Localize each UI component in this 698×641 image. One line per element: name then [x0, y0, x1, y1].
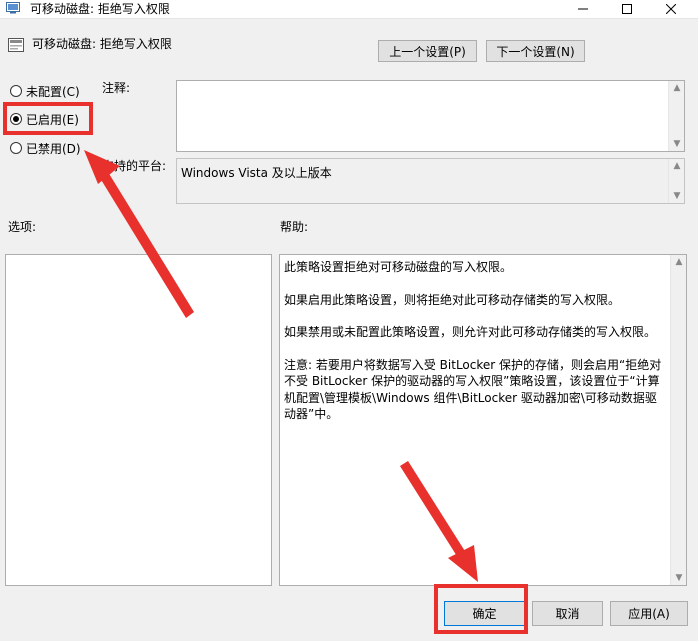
scroll-up-icon[interactable]: ▲	[672, 161, 682, 171]
scroll-down-icon[interactable]: ▼	[672, 139, 682, 149]
options-label: 选项:	[8, 220, 37, 234]
scroll-up-icon[interactable]: ▲	[674, 257, 684, 267]
close-button[interactable]	[648, 0, 694, 18]
window-title: 可移动磁盘: 拒绝写入权限	[30, 2, 170, 16]
apply-button[interactable]: 应用(A)	[610, 601, 688, 626]
help-panel: 此策略设置拒绝对可移动磁盘的写入权限。 如果启用此策略设置，则将拒绝对此可移动存…	[279, 254, 687, 586]
cancel-button[interactable]: 取消	[532, 601, 603, 626]
previous-setting-button[interactable]: 上一个设置(P)	[378, 40, 477, 62]
close-icon	[666, 4, 676, 14]
help-text: 此策略设置拒绝对可移动磁盘的写入权限。 如果启用此策略设置，则将拒绝对此可移动存…	[284, 259, 666, 439]
radio-button-disabled[interactable]	[10, 142, 22, 154]
policy-name-heading: 可移动磁盘: 拒绝写入权限	[32, 37, 172, 51]
help-scrollbar[interactable]: ▲ ▼	[670, 255, 686, 585]
platform-scrollbar[interactable]: ▲ ▼	[668, 159, 684, 203]
minimize-button[interactable]	[560, 0, 606, 18]
policy-dialog-window: 可移动磁盘: 拒绝写入权限 可移动磁盘: 拒绝写入权限 上一个设置(P) 下一个…	[0, 0, 698, 641]
radio-disabled[interactable]: 已禁用(D)	[10, 140, 81, 156]
help-label: 帮助:	[280, 220, 309, 234]
scroll-down-icon[interactable]: ▼	[674, 573, 684, 583]
policy-app-icon	[6, 2, 20, 14]
comment-label: 注释:	[102, 81, 131, 95]
help-paragraph: 此策略设置拒绝对可移动磁盘的写入权限。	[284, 260, 513, 274]
supported-platform-label: 支持的平台:	[102, 159, 167, 173]
minimize-icon	[578, 8, 588, 10]
radio-label-disabled: 已禁用(D)	[26, 141, 81, 156]
comment-textarea[interactable]: ▲ ▼	[176, 80, 685, 152]
title-bar[interactable]: 可移动磁盘: 拒绝写入权限	[0, 0, 698, 19]
annotation-highlight-ok	[434, 584, 528, 634]
radio-not-configured[interactable]: 未配置(C)	[10, 83, 80, 99]
policy-setting-icon	[8, 38, 24, 52]
supported-platform-box: Windows Vista 及以上版本 ▲ ▼	[176, 158, 685, 204]
next-setting-button[interactable]: 下一个设置(N)	[486, 40, 585, 62]
scroll-down-icon[interactable]: ▼	[672, 191, 682, 201]
comment-scrollbar[interactable]: ▲ ▼	[668, 81, 684, 151]
scroll-up-icon[interactable]: ▲	[672, 83, 682, 93]
help-paragraph: 注意: 若要用户将数据写入受 BitLocker 保护的存储，则会启用“拒绝对不…	[284, 357, 662, 422]
annotation-highlight-enabled	[3, 102, 93, 135]
options-panel	[5, 254, 272, 586]
supported-platform-value: Windows Vista 及以上版本	[181, 166, 332, 180]
radio-button-not-configured[interactable]	[10, 85, 22, 97]
help-paragraph: 如果禁用或未配置此策略设置，则允许对此可移动存储类的写入权限。	[284, 325, 657, 339]
radio-label-not-configured: 未配置(C)	[26, 84, 80, 99]
maximize-icon	[622, 4, 632, 14]
help-paragraph: 如果启用此策略设置，则将拒绝对此可移动存储类的写入权限。	[284, 292, 621, 307]
maximize-button[interactable]	[604, 0, 650, 18]
